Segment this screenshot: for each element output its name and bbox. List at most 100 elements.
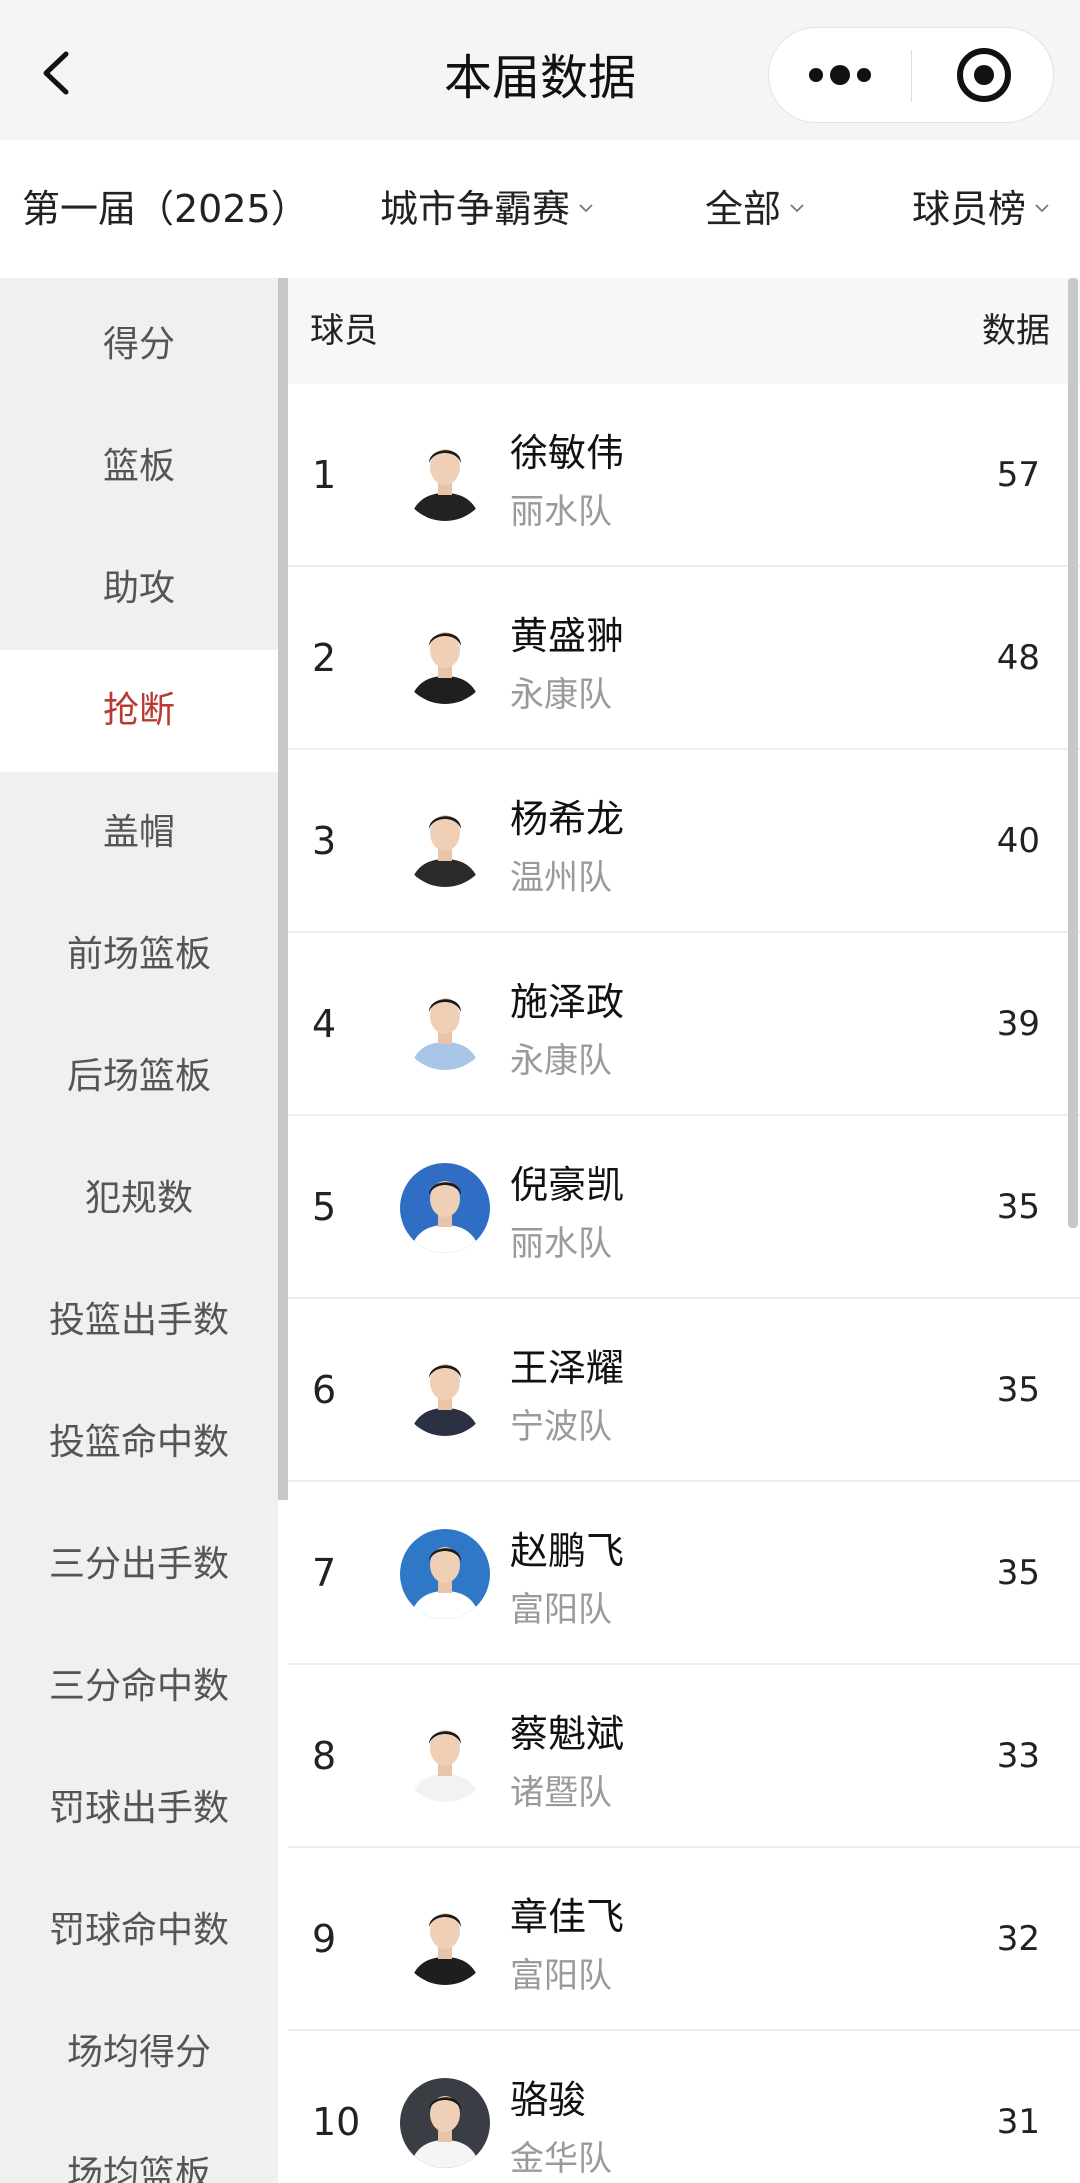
scope-filter[interactable]: 全部 (705, 140, 805, 278)
player-team: 金华队 (510, 2139, 612, 2179)
sidebar-item[interactable]: 三分命中数 (0, 1626, 278, 1748)
more-button[interactable] (769, 28, 911, 122)
table-row[interactable]: 3 杨希龙温州队 40 (288, 750, 1080, 933)
rank-number: 10 (312, 2100, 361, 2144)
header-player: 球员 (310, 311, 378, 351)
sidebar-item[interactable]: 盖帽 (0, 772, 278, 894)
sidebar-item[interactable]: 三分出手数 (0, 1504, 278, 1626)
table-row[interactable]: 9 章佳飞 富阳队 32 (288, 1848, 1080, 2031)
header-data: 数据 (982, 311, 1050, 351)
scope-label: 全部 (705, 187, 782, 231)
back-button[interactable] (38, 50, 78, 96)
sidebar-item[interactable]: 投篮命中数 (0, 1382, 278, 1504)
player-name: 倪豪凯 (510, 1163, 625, 1207)
player-photo-icon (400, 431, 490, 521)
table-row[interactable]: 1 徐敏伟 丽水队 57 (288, 384, 1080, 567)
table-row[interactable]: 2 黄盛翀 永康队 48 (288, 567, 1080, 750)
avatar (400, 431, 490, 521)
player-photo-icon (400, 1163, 490, 1253)
player-team: 温州队 (510, 858, 612, 898)
chevron-down-icon (1035, 203, 1049, 212)
player-name: 骆骏 (510, 2078, 587, 2122)
player-team: 永康队 (510, 675, 612, 715)
sidebar-item[interactable]: 罚球命中数 (0, 1870, 278, 1992)
player-photo-icon (400, 797, 490, 887)
stat-value: 48 (996, 638, 1040, 678)
table-row[interactable]: 8 蔡魁斌 诸暨队 33 (288, 1665, 1080, 1848)
avatar (400, 1529, 490, 1619)
player-team: 宁波队 (510, 1407, 612, 1447)
player-photo-icon (400, 1895, 490, 1985)
avatar (400, 797, 490, 887)
rank-number: 3 (312, 819, 337, 863)
sidebar-item[interactable]: 后场篮板 (0, 1016, 278, 1138)
player-team: 富阳队 (510, 1956, 612, 1996)
chevron-down-icon (579, 203, 593, 212)
sidebar-scrollbar[interactable] (278, 278, 288, 1500)
stat-value: 31 (996, 2102, 1040, 2142)
rank-number: 9 (312, 1917, 337, 1961)
sidebar-item[interactable]: 抢断 (0, 650, 278, 772)
sidebar-item[interactable]: 罚球出手数 (0, 1748, 278, 1870)
table-row[interactable]: 10 骆骏金华队 31 (288, 2031, 1080, 2183)
stat-value: 32 (996, 1919, 1040, 1959)
sidebar-item[interactable]: 投篮出手数 (0, 1260, 278, 1382)
player-photo-icon (400, 980, 490, 1070)
avatar (400, 614, 490, 704)
table-header: 球员 数据 (288, 278, 1080, 384)
player-team: 丽水队 (510, 1224, 612, 1264)
filter-bar: 第一届（2025） 城市争霸赛 全部 球员榜 (0, 140, 1080, 278)
stat-value: 35 (996, 1187, 1040, 1227)
sidebar-item[interactable]: 得分 (0, 284, 278, 406)
player-name: 杨希龙 (510, 797, 625, 841)
player-team: 诸暨队 (510, 1773, 612, 1813)
stat-value: 40 (996, 821, 1040, 861)
table-row[interactable]: 7 赵鹏飞 富阳队 35 (288, 1482, 1080, 1665)
sidebar-item[interactable]: 犯规数 (0, 1138, 278, 1260)
avatar (400, 1712, 490, 1802)
competition-label: 城市争霸赛 (380, 187, 571, 231)
sidebar-item[interactable]: 前场篮板 (0, 894, 278, 1016)
player-photo-icon (400, 614, 490, 704)
leaderboard-panel: 球员 数据 1 徐敏伟 丽水队 57 2 黄盛翀 永康队 48 3 杨希龙 温州队 40 4 施泽政 永康队… (288, 278, 1080, 2183)
stat-category-sidebar[interactable]: 得分 篮板 助攻 抢断 盖帽 前场篮板 后场篮板 犯规数 投篮出手数 投篮命中数 三分出手数 三分命中… (0, 278, 278, 2183)
table-row[interactable]: 6 王泽耀宁波队 35 (288, 1299, 1080, 1482)
avatar (400, 980, 490, 1070)
sidebar-item[interactable]: 篮板 (0, 406, 278, 528)
player-name: 黄盛翀 (510, 614, 625, 658)
player-name: 赵鹏飞 (510, 1529, 625, 1573)
more-dots-icon (809, 65, 871, 85)
table-row[interactable]: 5 倪豪凯丽水队 35 (288, 1116, 1080, 1299)
board-filter[interactable]: 球员榜 (912, 140, 1050, 278)
avatar (400, 1346, 490, 1436)
board-label: 球员榜 (912, 187, 1027, 231)
player-name: 徐敏伟 (510, 431, 625, 475)
rank-number: 6 (312, 1368, 337, 1412)
player-photo-icon (400, 2078, 490, 2168)
stat-value: 35 (996, 1370, 1040, 1410)
season-filter[interactable]: 第一届（2025） (22, 140, 309, 278)
table-row[interactable]: 4 施泽政 永康队 39 (288, 933, 1080, 1116)
player-photo-icon (400, 1712, 490, 1802)
competition-filter[interactable]: 城市争霸赛 (380, 140, 594, 278)
main-scrollbar[interactable] (1068, 278, 1078, 1228)
sidebar-item[interactable]: 场均篮板 (0, 2114, 278, 2183)
sidebar-item[interactable]: 助攻 (0, 528, 278, 650)
close-button[interactable] (912, 28, 1054, 122)
rank-number: 8 (312, 1734, 337, 1778)
rank-number: 4 (312, 1002, 337, 1046)
mini-program-capsule (768, 27, 1054, 123)
stat-value: 33 (996, 1736, 1040, 1776)
player-name: 王泽耀 (510, 1346, 625, 1390)
rank-number: 7 (312, 1551, 337, 1595)
avatar (400, 2078, 490, 2168)
player-team: 永康队 (510, 1041, 612, 1081)
season-label: 第一届（2025） (22, 187, 309, 231)
rank-number: 5 (312, 1185, 337, 1229)
player-photo-icon (400, 1346, 490, 1436)
top-bar: 本届数据 (0, 0, 1080, 140)
sidebar-item[interactable]: 场均得分 (0, 1992, 278, 2114)
avatar (400, 1163, 490, 1253)
player-team: 丽水队 (510, 492, 612, 532)
stat-value: 57 (996, 455, 1040, 495)
